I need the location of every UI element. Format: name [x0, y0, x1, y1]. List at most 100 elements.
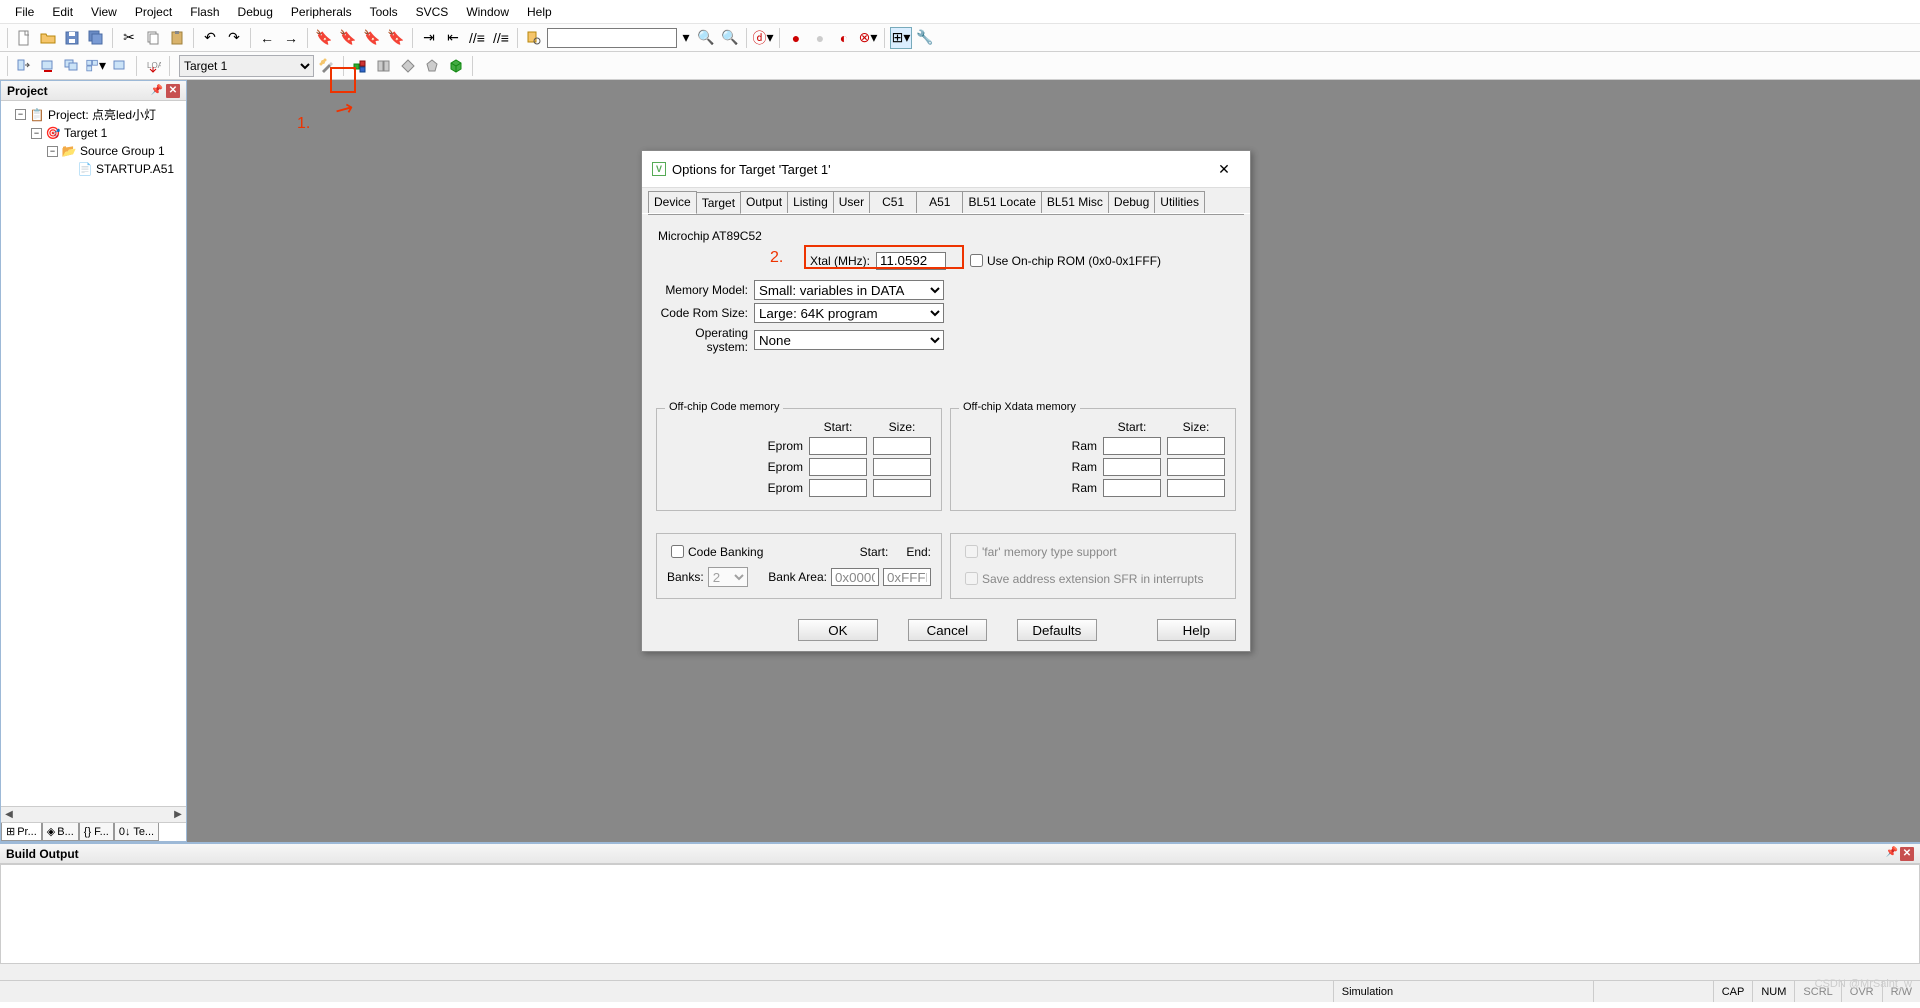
tab-bl51-misc[interactable]: BL51 Misc [1041, 191, 1109, 213]
save-icon[interactable] [61, 27, 83, 49]
tab-bl51-locate[interactable]: BL51 Locate [962, 191, 1041, 213]
ram3-size-input[interactable] [1167, 479, 1225, 497]
breakpoint-disabled-icon[interactable]: ● [809, 27, 831, 49]
tab-output[interactable]: Output [740, 191, 788, 213]
ram2-size-input[interactable] [1167, 458, 1225, 476]
eprom3-size-input[interactable] [873, 479, 931, 497]
menu-tools[interactable]: Tools [361, 3, 407, 21]
window-icon[interactable]: ⊞▾ [890, 27, 912, 49]
build-output-text[interactable] [0, 864, 1920, 964]
paste-icon[interactable] [166, 27, 188, 49]
debug-icon[interactable]: ⓓ▾ [752, 27, 774, 49]
dialog-close-icon[interactable]: ✕ [1208, 157, 1240, 181]
new-file-icon[interactable] [13, 27, 35, 49]
bookmark-prev-icon[interactable]: 🔖 [337, 27, 359, 49]
menu-file[interactable]: File [6, 3, 43, 21]
menu-debug[interactable]: Debug [229, 3, 282, 21]
find-input[interactable] [547, 28, 677, 48]
code-banking-checkbox[interactable] [671, 545, 684, 558]
cut-icon[interactable]: ✂ [118, 27, 140, 49]
menu-svcs[interactable]: SVCS [407, 3, 458, 21]
configure-icon[interactable]: 🔧 [914, 27, 936, 49]
nav-back-icon[interactable]: ← [256, 27, 278, 49]
tab-target[interactable]: Target [696, 192, 741, 214]
tab-c51[interactable]: C51 [869, 191, 917, 213]
manage-pack-icon[interactable] [445, 55, 467, 77]
manage-books-icon[interactable] [373, 55, 395, 77]
find-icon[interactable]: 🔍 [695, 27, 717, 49]
ram3-start-input[interactable] [1103, 479, 1161, 497]
menu-help[interactable]: Help [518, 3, 561, 21]
bookmark-next-icon[interactable]: 🔖 [361, 27, 383, 49]
cancel-button[interactable]: Cancel [908, 619, 987, 641]
stop-build-icon[interactable] [109, 55, 131, 77]
manage-multi-icon[interactable] [421, 55, 443, 77]
onchip-rom-checkbox[interactable] [970, 254, 983, 267]
breakpoint-kill-icon[interactable]: ⊗▾ [857, 27, 879, 49]
bookmark-icon[interactable]: 🔖 [313, 27, 335, 49]
ptab-templates[interactable]: 0↓ Te... [114, 823, 159, 841]
download-icon[interactable]: LOAD [142, 55, 164, 77]
menu-project[interactable]: Project [126, 3, 181, 21]
tab-utilities[interactable]: Utilities [1154, 191, 1205, 213]
translate-icon[interactable] [13, 55, 35, 77]
build-icon[interactable] [37, 55, 59, 77]
uncomment-icon[interactable]: //≡ [490, 27, 512, 49]
tab-device[interactable]: Device [648, 191, 697, 213]
pin-icon[interactable]: 📌 [1886, 847, 1898, 861]
breakpoint-enable-icon[interactable]: ◐ [833, 27, 855, 49]
batch-build-icon[interactable]: ▾ [85, 55, 107, 77]
nav-fwd-icon[interactable]: → [280, 27, 302, 49]
menu-edit[interactable]: Edit [43, 3, 82, 21]
rebuild-icon[interactable] [61, 55, 83, 77]
tree-toggle-icon[interactable]: − [47, 146, 58, 157]
menu-view[interactable]: View [82, 3, 126, 21]
incremental-find-icon[interactable]: 🔍 [719, 27, 741, 49]
eprom2-size-input[interactable] [873, 458, 931, 476]
manage-env-icon[interactable] [397, 55, 419, 77]
eprom3-start-input[interactable] [809, 479, 867, 497]
defaults-button[interactable]: Defaults [1017, 619, 1096, 641]
breakpoint-icon[interactable]: ● [785, 27, 807, 49]
find-dropdown-icon[interactable]: ▾ [679, 27, 693, 49]
ram1-start-input[interactable] [1103, 437, 1161, 455]
open-folder-icon[interactable] [37, 27, 59, 49]
tab-listing[interactable]: Listing [787, 191, 834, 213]
build-scroll-h[interactable] [0, 964, 1920, 980]
ram2-start-input[interactable] [1103, 458, 1161, 476]
menu-flash[interactable]: Flash [181, 3, 228, 21]
save-all-icon[interactable] [85, 27, 107, 49]
help-button[interactable]: Help [1157, 619, 1236, 641]
target-select[interactable]: Target 1 [179, 55, 314, 77]
ram1-size-input[interactable] [1167, 437, 1225, 455]
eprom2-start-input[interactable] [809, 458, 867, 476]
file-ext-icon[interactable] [349, 55, 371, 77]
os-select[interactable]: None [754, 330, 944, 350]
xtal-input[interactable] [876, 252, 946, 270]
project-tree[interactable]: −📋Project: 点亮led小灯 −🎯Target 1 −📂Source G… [1, 101, 186, 806]
panel-close-icon[interactable]: ✕ [1900, 847, 1914, 861]
indent-icon[interactable]: ⇥ [418, 27, 440, 49]
undo-icon[interactable]: ↶ [199, 27, 221, 49]
tab-debug[interactable]: Debug [1108, 191, 1155, 213]
comment-icon[interactable]: //≡ [466, 27, 488, 49]
tree-toggle-icon[interactable]: − [31, 128, 42, 139]
menu-window[interactable]: Window [457, 3, 518, 21]
panel-close-icon[interactable]: ✕ [166, 84, 180, 98]
tree-toggle-icon[interactable]: − [15, 109, 26, 120]
bookmark-clear-icon[interactable]: 🔖 [385, 27, 407, 49]
redo-icon[interactable]: ↷ [223, 27, 245, 49]
code-rom-select[interactable]: Large: 64K program [754, 303, 944, 323]
pin-icon[interactable]: 📌 [150, 84, 164, 98]
tree-scroll-h[interactable]: ◀▶ [1, 806, 186, 822]
memory-model-select[interactable]: Small: variables in DATA [754, 280, 944, 300]
ptab-project[interactable]: ⊞Pr... [1, 823, 42, 841]
tab-a51[interactable]: A51 [916, 191, 963, 213]
ok-button[interactable]: OK [798, 619, 877, 641]
eprom1-size-input[interactable] [873, 437, 931, 455]
menu-peripherals[interactable]: Peripherals [282, 3, 361, 21]
options-target-icon[interactable] [316, 55, 338, 77]
outdent-icon[interactable]: ⇤ [442, 27, 464, 49]
tab-user[interactable]: User [833, 191, 870, 213]
copy-icon[interactable] [142, 27, 164, 49]
